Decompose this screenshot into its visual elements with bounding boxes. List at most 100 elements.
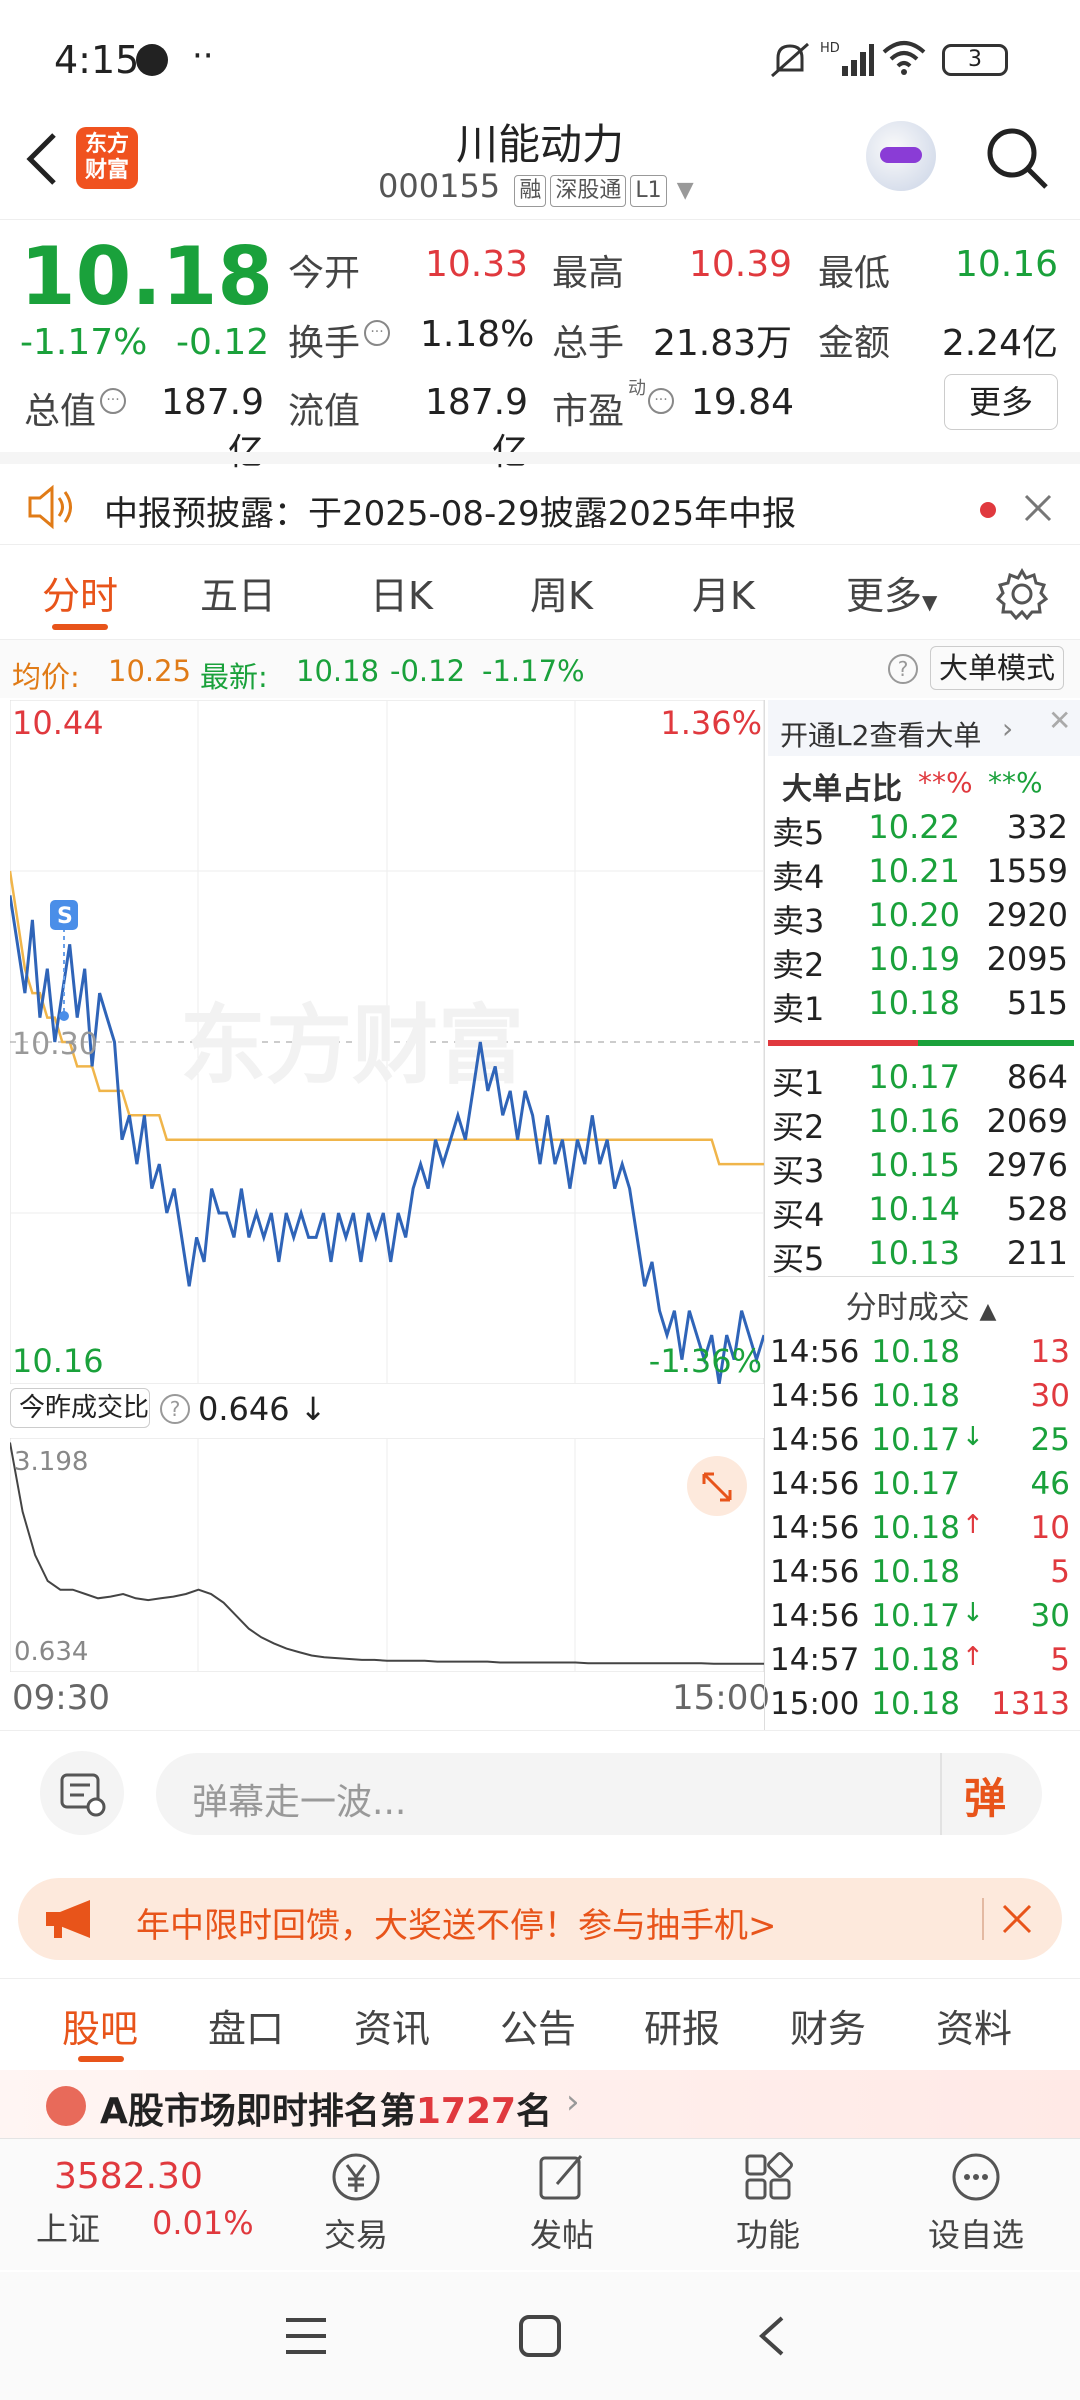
tab-finance[interactable]: 财务 <box>790 1998 866 2053</box>
change-pct: -1.17% <box>20 322 148 363</box>
trade-volume: 25 <box>1030 1422 1070 1458</box>
search-icon[interactable] <box>984 125 1050 191</box>
robot-avatar-icon[interactable] <box>866 121 936 191</box>
ask-volume: 2920 <box>986 896 1068 934</box>
tab-monthly-k[interactable]: 月K <box>692 565 755 620</box>
bid-volume: 864 <box>1006 1058 1068 1096</box>
tab-announcements[interactable]: 公告 <box>500 1998 576 2053</box>
danmu-placeholder: 弹幕走一波... <box>192 1782 407 1823</box>
bid-row[interactable]: 买3 10.15 2976 <box>768 1146 1074 1190</box>
high-value: 10.39 <box>688 244 792 285</box>
bid-price: 10.13 <box>868 1234 960 1272</box>
turnover-label: 换手 <box>288 323 361 364</box>
tag-connect: 深股通 <box>550 175 627 207</box>
nav-trade[interactable]: 交易 <box>286 2150 426 2256</box>
ask-label: 卖4 <box>772 858 825 896</box>
bid-row[interactable]: 买1 10.17 864 <box>768 1058 1074 1102</box>
close-icon[interactable] <box>1022 492 1054 524</box>
trade-volume: 10 <box>1030 1510 1070 1546</box>
big-order-mode-button[interactable]: 大单模式 <box>930 646 1065 690</box>
nav-functions[interactable]: 功能 <box>698 2150 838 2256</box>
tab-guba[interactable]: 股吧 <box>62 1998 138 2053</box>
chevron-right-icon: › <box>1002 712 1014 745</box>
notice-bar[interactable]: 中报预披露：于2025-08-29披露2025年中报 <box>0 452 1080 544</box>
info-dots-icon[interactable]: ··· <box>100 388 126 414</box>
bid-row[interactable]: 买2 10.16 2069 <box>768 1102 1074 1146</box>
index-ticker[interactable]: 3582.30 上证 0.01% <box>0 2150 260 2260</box>
menu-icon[interactable] <box>284 2316 328 2356</box>
nav-add-watchlist[interactable]: 设自选 <box>906 2150 1046 2256</box>
ask-row[interactable]: 卖4 10.21 1559 <box>768 852 1074 896</box>
ask-label: 卖1 <box>772 990 825 1028</box>
info-dots-icon[interactable]: ··· <box>364 320 390 346</box>
more-button[interactable]: 更多 <box>944 374 1058 430</box>
avg-value: 10.25 <box>108 654 192 688</box>
ranking-prefix: A股市场即时排名第 <box>100 2091 416 2132</box>
chevron-right-icon: › <box>566 2082 580 2122</box>
y-mid-label: 10.30 <box>12 1027 98 1062</box>
tab-intraday[interactable]: 分时 <box>42 565 118 620</box>
tab-weekly-k[interactable]: 周K <box>530 565 593 620</box>
pe-label: 市盈 <box>552 391 625 432</box>
close-icon[interactable] <box>1000 1902 1034 1936</box>
ask-row[interactable]: 卖1 10.18 515 <box>768 984 1074 1028</box>
ask-label: 卖5 <box>772 814 825 852</box>
stock-code-row[interactable]: 000155 融深股通 L1 ▼ <box>378 167 694 207</box>
volume-label: 总手 <box>552 323 625 364</box>
mktcap-label: 总值 <box>24 391 97 432</box>
trade-volume: 46 <box>1030 1466 1070 1502</box>
nav-trade-label: 交易 <box>323 2216 388 2254</box>
home-icon[interactable] <box>518 2314 562 2358</box>
ranking-banner[interactable]: A股市场即时排名第1727名 › <box>0 2070 1080 2146</box>
tab-underline <box>78 2056 124 2062</box>
promo-text: 年中限时回馈，大奖送不停！参与抽手机> <box>136 1906 777 1946</box>
tab-profile[interactable]: 资料 <box>936 1998 1012 2053</box>
close-icon[interactable]: ✕ <box>1048 704 1071 737</box>
trade-price: 10.18 <box>871 1378 960 1414</box>
volume-ratio-chart[interactable]: 3.198 0.634 <box>10 1438 764 1672</box>
help-icon[interactable]: ? <box>160 1394 190 1424</box>
ask-row[interactable]: 卖2 10.19 2095 <box>768 940 1074 984</box>
settings-gear-icon[interactable] <box>996 568 1048 620</box>
battery-icon: 3 <box>942 44 1008 76</box>
bid-row[interactable]: 买5 10.13 211 <box>768 1234 1074 1278</box>
tab-5day[interactable]: 五日 <box>200 565 276 620</box>
open-value: 10.33 <box>424 244 528 285</box>
high-label: 最高 <box>552 253 625 294</box>
pe-superscript: 动 <box>628 378 646 399</box>
danmu-send-icon[interactable]: 弹 <box>964 1765 1006 1826</box>
ratio-selector[interactable]: 今昨成交比 ▼ <box>10 1388 150 1461</box>
open-label: 今开 <box>288 253 361 294</box>
nav-post[interactable]: 发帖 <box>492 2150 632 2256</box>
status-bar: 4:15 ·· HD 3 <box>0 0 1080 110</box>
amount-label: 金额 <box>818 323 891 364</box>
big-ratio-label: 大单占比 <box>782 772 902 807</box>
l2-promo[interactable]: 开通L2查看大单 › ✕ <box>768 700 1080 756</box>
bid-row[interactable]: 买4 10.14 528 <box>768 1190 1074 1234</box>
caret-up-icon: ▲ <box>979 1299 997 1324</box>
intraday-chart[interactable]: 东方财富 S 10.44 10.30 10.16 1.36% -1.36% <box>10 700 764 1384</box>
bid-volume: 528 <box>1006 1190 1068 1228</box>
last-label: 最新: <box>200 660 268 694</box>
tab-daily-k[interactable]: 日K <box>370 565 433 620</box>
help-icon[interactable]: ? <box>888 654 918 684</box>
promo-banner[interactable]: 年中限时回馈，大奖送不停！参与抽手机> <box>18 1878 1062 1960</box>
info-dots-icon[interactable]: ··· <box>648 388 674 414</box>
chart-info-bar: 均价: 10.25 最新: 10.18 -0.12 -1.17% ? 大单模式 <box>0 640 1080 698</box>
ask-row[interactable]: 卖3 10.20 2920 <box>768 896 1074 940</box>
trade-time: 14:56 <box>770 1334 860 1370</box>
danmu-input[interactable]: 弹幕走一波... 弹 <box>156 1753 1042 1835</box>
tab-pankou[interactable]: 盘口 <box>208 1998 284 2053</box>
ask-row[interactable]: 卖5 10.22 332 <box>768 808 1074 852</box>
tab-research[interactable]: 研报 <box>644 1998 720 2053</box>
ask-price: 10.21 <box>868 852 960 890</box>
tab-news[interactable]: 资讯 <box>354 1998 430 2053</box>
ratio-label: 今昨成交比 <box>19 1393 150 1423</box>
tab-more[interactable]: 更多▼ <box>846 565 937 620</box>
pct-top-label: 1.36% <box>660 704 762 742</box>
danmu-settings-icon[interactable] <box>40 1751 124 1835</box>
back-icon[interactable] <box>756 2314 786 2358</box>
trade-price: 10.18 <box>871 1642 960 1678</box>
amount-value: 2.24亿 <box>941 323 1058 364</box>
trades-header[interactable]: 分时成交 ▲ <box>768 1282 1074 1327</box>
